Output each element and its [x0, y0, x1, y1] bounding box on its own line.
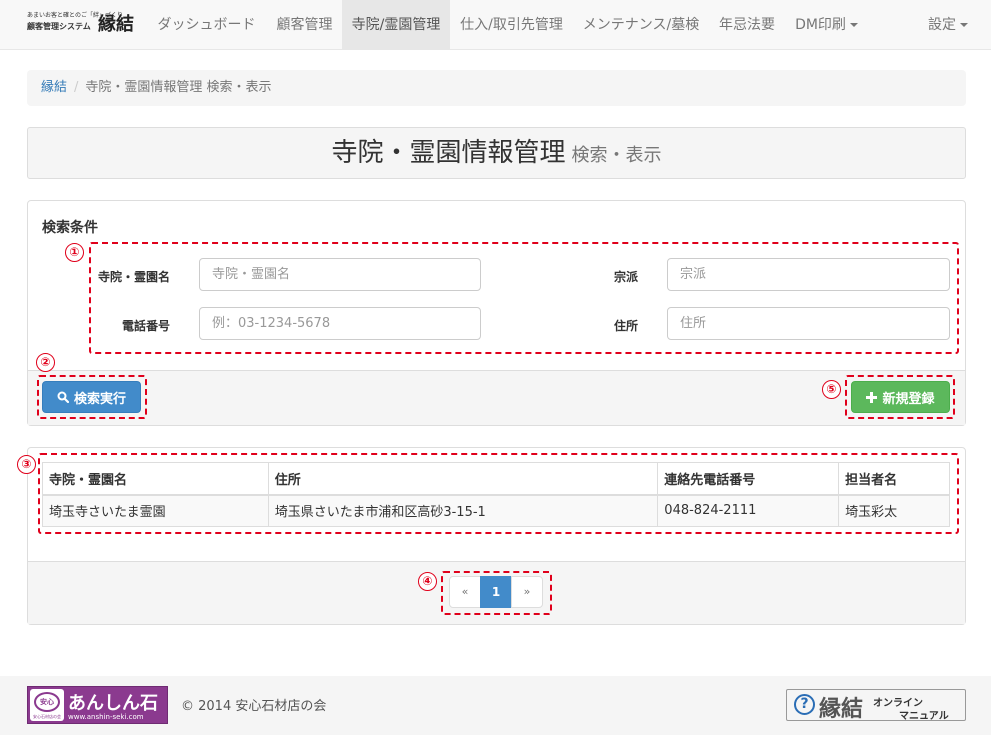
chevron-down-icon — [849, 23, 858, 27]
breadcrumb-home-link[interactable]: 縁結 — [41, 80, 67, 95]
nav-item-suppliers[interactable]: 仕入/取引先管理 — [450, 0, 573, 50]
chevron-down-icon — [960, 23, 968, 27]
breadcrumb: 縁結 / 寺院・霊園情報管理 検索・表示 — [27, 70, 966, 106]
copyright-text: © 2014 安心石材店の会 — [181, 699, 327, 714]
footer: 安心 安心石材店の会 あんしん石 www.anshin-seki.com © 2… — [0, 676, 991, 735]
breadcrumb-current: 寺院・霊園情報管理 検索・表示 — [85, 80, 272, 95]
anshin-logo[interactable]: 安心 安心石材店の会 あんしん石 www.anshin-seki.com — [27, 686, 168, 724]
anshin-badge: 安心 安心石材店の会 — [30, 689, 64, 721]
page-title-text: 寺院・霊園情報管理 — [331, 138, 566, 168]
anshin-badge-sub: 安心石材店の会 — [33, 714, 61, 719]
nav-item-dashboard[interactable]: ダッシュボード — [146, 0, 267, 50]
annotation-number-1: ① — [65, 243, 84, 262]
brand-logo[interactable]: あまいお客と確とのご「絆」づくり 顧客管理システム 縁結 — [27, 12, 139, 38]
nav-item-temples[interactable]: 寺院/霊園管理 — [342, 0, 450, 50]
annotation-number-2: ② — [36, 353, 55, 372]
annotation-box-search-button — [37, 375, 147, 419]
online-manual-button[interactable]: ? 縁結 オンライン マニュアル — [786, 689, 966, 722]
annotation-number-4: ④ — [418, 572, 437, 591]
nav-item-customers[interactable]: 顧客管理 — [267, 0, 342, 50]
breadcrumb-separator: / — [74, 80, 79, 95]
annotation-box-new-button — [845, 375, 955, 419]
search-panel-title: 検索条件 — [42, 220, 98, 236]
page-header: 寺院・霊園情報管理 検索・表示 — [27, 127, 966, 179]
help-icon: ? — [794, 694, 815, 715]
page-subtitle: 検索・表示 — [571, 145, 662, 166]
manual-brand: 縁結 — [819, 696, 864, 722]
nav-item-dm-print[interactable]: DM印刷 — [785, 0, 868, 50]
nav-settings-label: 設定 — [928, 17, 956, 33]
manual-label-line2: マニュアル — [899, 711, 949, 722]
annotation-number-3: ③ — [17, 455, 36, 474]
nav-item-settings[interactable]: 設定 — [918, 0, 978, 50]
anshin-logo-text: あんしん石 — [68, 693, 158, 714]
brand-system: 顧客管理システム — [27, 22, 91, 31]
anshin-badge-text: 安心 — [34, 692, 60, 712]
brand-name: 縁結 — [98, 14, 134, 35]
annotation-box-search-fields — [89, 242, 959, 354]
nav-dm-label: DM印刷 — [795, 17, 846, 33]
nav-item-maintenance[interactable]: メンテナンス/墓検 — [573, 0, 709, 50]
annotation-box-results-table — [38, 453, 959, 534]
page-title: 寺院・霊園情報管理 検索・表示 — [28, 128, 965, 181]
annotation-box-pagination — [441, 571, 552, 615]
top-navbar: あまいお客と確とのご「絆」づくり 顧客管理システム 縁結 ダッシュボード 顧客管… — [0, 0, 991, 50]
annotation-number-5: ⑤ — [822, 380, 841, 399]
search-panel-footer: 検索実行 新規登録 — [28, 370, 965, 425]
anshin-logo-url: www.anshin-seki.com — [68, 713, 144, 721]
nav-item-memorials[interactable]: 年忌法要 — [709, 0, 785, 50]
